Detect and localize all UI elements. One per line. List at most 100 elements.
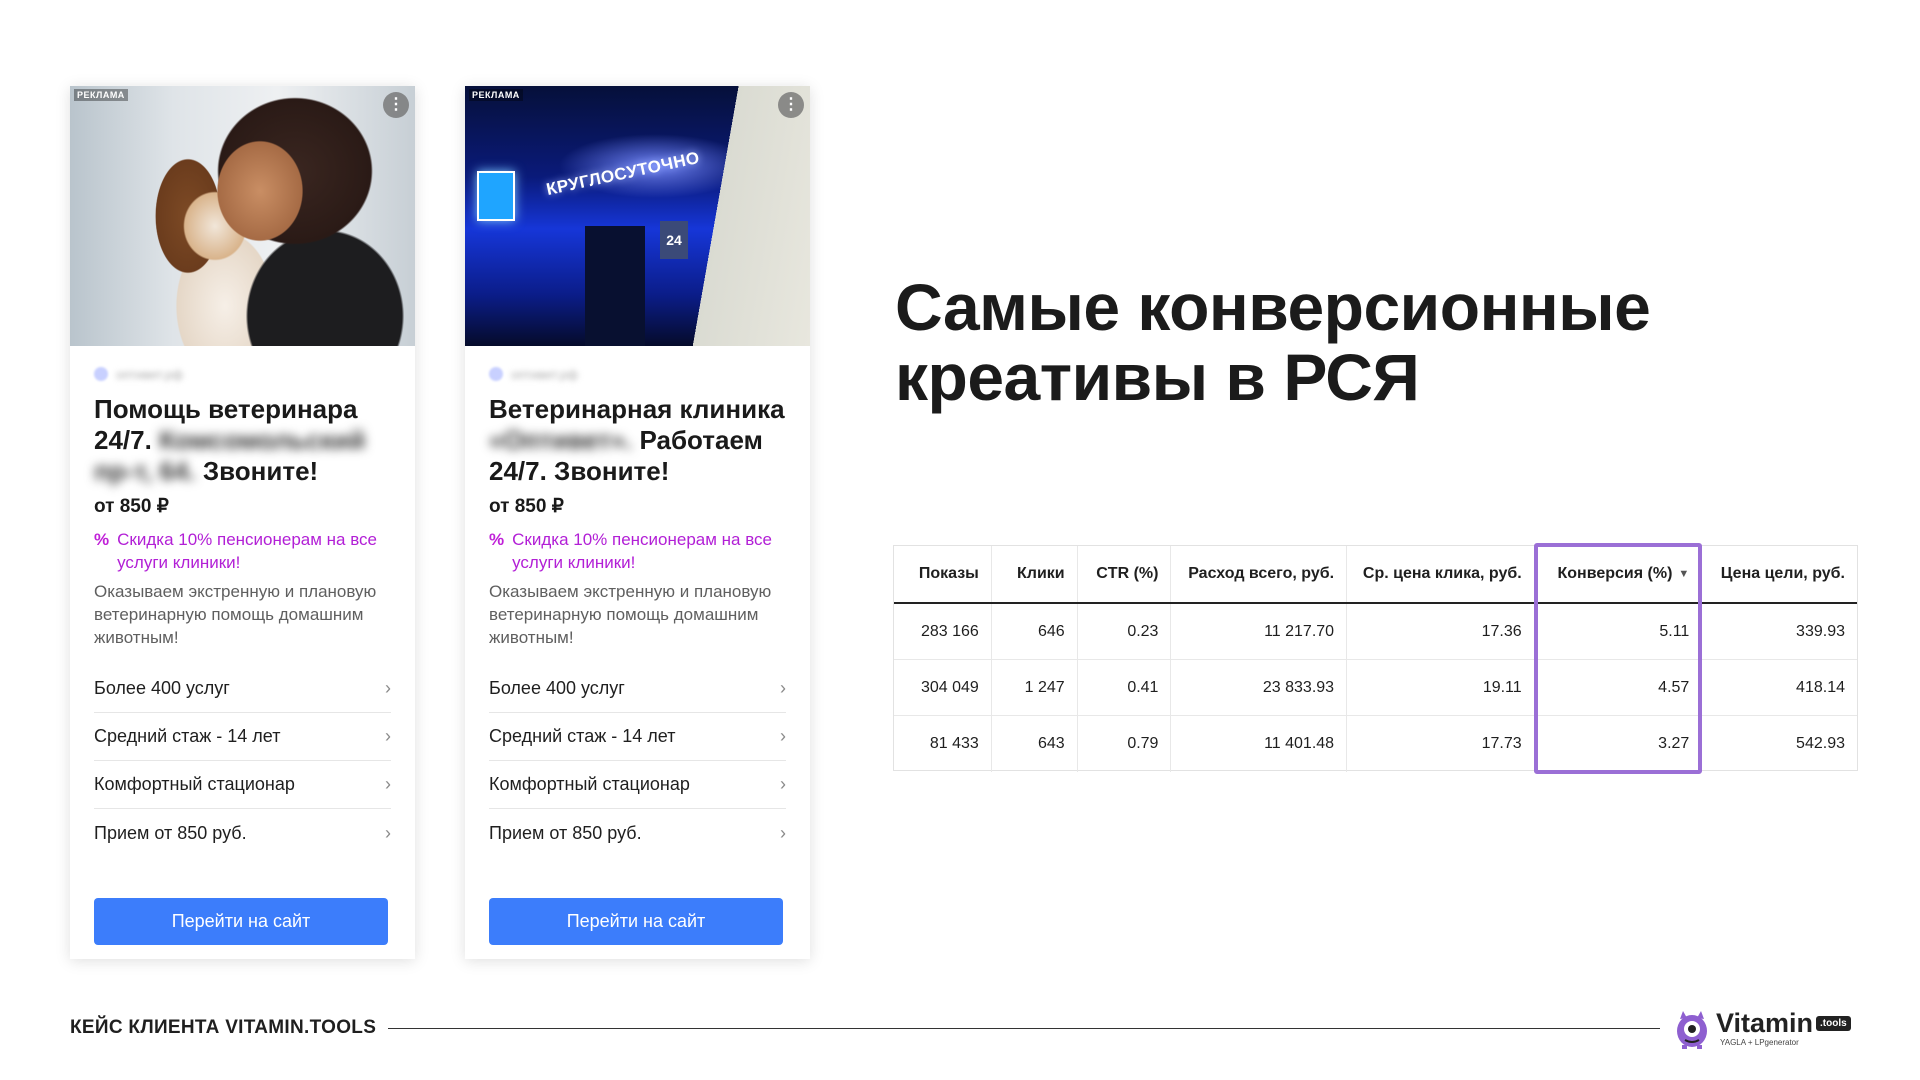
stats-table: Показы Клики CTR (%) Расход всего, руб. … bbox=[893, 545, 1858, 772]
percent-icon: % bbox=[94, 530, 110, 549]
mascot-icon bbox=[1677, 1011, 1707, 1049]
house-number: 24 bbox=[660, 221, 688, 259]
ad-card-2[interactable]: РЕКЛАМА ⋮ КРУГЛОСУТОЧНО 24 oптивет.рф Ве… bbox=[465, 86, 810, 959]
chevron-right-icon: › bbox=[780, 678, 786, 698]
cell-cost-per-goal: 542.93 bbox=[1796, 735, 1845, 752]
cell-clicks: 1 247 bbox=[992, 660, 1078, 715]
more-vertical-icon[interactable]: ⋮ bbox=[778, 92, 804, 118]
ad-source[interactable]: oптивет.рф bbox=[489, 364, 786, 384]
table-header-row: Показы Клики CTR (%) Расход всего, руб. … bbox=[894, 546, 1857, 604]
sitelink-label: Комфортный стационар bbox=[94, 774, 295, 794]
ad-promo: % Скидка 10% пенсионерам на все услуги к… bbox=[489, 528, 786, 574]
chevron-right-icon: › bbox=[780, 726, 786, 746]
cell-ctr: 0.41 bbox=[1078, 660, 1172, 715]
col-header-conversion-label: Конверсия (%) bbox=[1557, 565, 1673, 582]
cell-cpc: 17.73 bbox=[1347, 716, 1535, 772]
chevron-right-icon: › bbox=[385, 774, 391, 794]
sitelink[interactable]: Более 400 услуг › bbox=[489, 665, 786, 713]
promo-text: Скидка 10% пенсионерам на все услуги кли… bbox=[117, 530, 378, 572]
cell-conversion: 5.11 bbox=[1535, 604, 1703, 659]
ad-source[interactable]: oптивет.рф bbox=[94, 364, 391, 384]
case-label: КЕЙС КЛИЕНТА VITAMIN.TOOLS bbox=[70, 1017, 377, 1038]
ad-label: РЕКЛАМА bbox=[74, 89, 128, 101]
cell-conversion: 3.27 bbox=[1535, 716, 1703, 772]
cell-clicks: 646 bbox=[992, 604, 1078, 659]
cell-cost-per-goal: 418.14 bbox=[1796, 678, 1845, 696]
sitelink-label: Прием от 850 руб. bbox=[489, 822, 642, 843]
col-header-ctr[interactable]: CTR (%) bbox=[1078, 546, 1172, 602]
col-header-conversion[interactable]: Конверсия (%) ▼ bbox=[1535, 546, 1703, 602]
col-header-spend[interactable]: Расход всего, руб. bbox=[1171, 546, 1348, 602]
ad-headline[interactable]: Помощь ветеринара 24/7. Комсомольский пр… bbox=[94, 394, 391, 487]
title-line-2: креативы в РСЯ bbox=[895, 340, 1420, 414]
logo-subtitle: YAGLA + LPgenerator bbox=[1720, 1038, 1799, 1047]
sitelinks: Более 400 услуг › Средний стаж - 14 лет … bbox=[94, 665, 391, 857]
percent-icon: % bbox=[489, 530, 505, 549]
sitelink-label: Средний стаж - 14 лет bbox=[94, 726, 281, 746]
chevron-right-icon: › bbox=[780, 774, 786, 794]
sitelink[interactable]: Прием от 850 руб. › bbox=[489, 809, 786, 857]
sitelink[interactable]: Средний стаж - 14 лет › bbox=[489, 713, 786, 761]
title-line-1: Самые конверсионные bbox=[895, 270, 1651, 344]
source-domain: oптивет.рф bbox=[511, 366, 579, 382]
cell-ctr: 0.79 bbox=[1078, 716, 1172, 772]
cell-conversion: 4.57 bbox=[1535, 660, 1703, 715]
ad-card-1[interactable]: РЕКЛАМА ⋮ oптивет.рф Помощь ветеринара 2… bbox=[70, 86, 415, 959]
door bbox=[585, 226, 645, 346]
col-header-cost-per-goal[interactable]: Цена цели, руб. bbox=[1702, 546, 1857, 602]
sort-desc-icon[interactable]: ▼ bbox=[1678, 568, 1689, 580]
sitelink[interactable]: Прием от 850 руб. › bbox=[94, 809, 391, 857]
table-row: 81 433 643 0.79 11 401.48 17.73 3.27 542… bbox=[894, 716, 1857, 772]
ad-headline[interactable]: Ветеринарная клиника «Оптивет». Работаем… bbox=[489, 394, 786, 487]
cell-clicks: 643 bbox=[992, 716, 1078, 772]
table-row: 283 166 646 0.23 11 217.70 17.36 5.11 33… bbox=[894, 604, 1857, 660]
sitelink-label: Более 400 услуг bbox=[489, 678, 625, 698]
ad-price: от 850 ₽ bbox=[94, 496, 169, 517]
sitelink[interactable]: Комфортный стационар › bbox=[489, 761, 786, 809]
col-header-cpc[interactable]: Ср. цена клика, руб. bbox=[1347, 546, 1535, 602]
chevron-right-icon: › bbox=[780, 822, 786, 843]
sign-text: КРУГЛОСУТОЧНО bbox=[544, 147, 702, 200]
page-title: Самые конверсионные креативы в РСЯ bbox=[895, 270, 1651, 414]
chevron-right-icon: › bbox=[385, 726, 391, 746]
go-to-site-button[interactable]: Перейти на сайт bbox=[94, 898, 388, 945]
footer-divider bbox=[388, 1028, 1660, 1029]
sitelinks: Более 400 услуг › Средний стаж - 14 лет … bbox=[489, 665, 786, 857]
sitelink-label: Средний стаж - 14 лет bbox=[489, 726, 676, 746]
table-row: 304 049 1 247 0.41 23 833.93 19.11 4.57 … bbox=[894, 660, 1857, 716]
logo-name: Vitamin bbox=[1716, 1008, 1814, 1038]
ad-price: от 850 ₽ bbox=[489, 496, 564, 517]
headline-part-a: Ветеринарная клиника bbox=[489, 394, 785, 424]
cell-ctr: 0.23 bbox=[1078, 604, 1172, 659]
cell-spend: 23 833.93 bbox=[1171, 660, 1348, 715]
go-to-site-button[interactable]: Перейти на сайт bbox=[489, 898, 783, 945]
ad-image-clinic-building[interactable]: РЕКЛАМА ⋮ КРУГЛОСУТОЧНО 24 bbox=[465, 86, 810, 346]
cell-cpc: 17.36 bbox=[1347, 604, 1535, 659]
sitelink[interactable]: Средний стаж - 14 лет › bbox=[94, 713, 391, 761]
cell-spend: 11 217.70 bbox=[1171, 604, 1348, 659]
more-vertical-icon[interactable]: ⋮ bbox=[383, 92, 409, 118]
favicon-icon bbox=[489, 367, 503, 381]
ad-description: Оказываем экстренную и плановую ветерина… bbox=[94, 582, 377, 647]
chevron-right-icon: › bbox=[385, 822, 391, 843]
col-header-impressions[interactable]: Показы bbox=[894, 546, 992, 602]
cell-impressions: 283 166 bbox=[894, 604, 992, 659]
sitelink-label: Комфортный стационар bbox=[489, 774, 690, 794]
sitelink-label: Прием от 850 руб. bbox=[94, 822, 247, 843]
logo-badge: .tools bbox=[1816, 1015, 1851, 1031]
promo-text: Скидка 10% пенсионерам на все услуги кли… bbox=[512, 530, 773, 572]
ad-description: Оказываем экстренную и плановую ветерина… bbox=[489, 582, 772, 647]
headline-part-b: Звоните! bbox=[202, 456, 319, 486]
ad-image-vet-with-dog[interactable]: РЕКЛАМА ⋮ bbox=[70, 86, 415, 346]
sitelink[interactable]: Более 400 услуг › bbox=[94, 665, 391, 713]
sitelink-label: Более 400 услуг bbox=[94, 678, 230, 698]
cell-spend: 11 401.48 bbox=[1171, 716, 1348, 772]
clinic-logo-sign bbox=[477, 171, 515, 221]
ad-promo: % Скидка 10% пенсионерам на все услуги к… bbox=[94, 528, 391, 574]
sitelink[interactable]: Комфортный стационар › bbox=[94, 761, 391, 809]
cell-impressions: 304 049 bbox=[894, 660, 992, 715]
headline-blurred: «Оптивет». bbox=[489, 425, 633, 455]
col-header-clicks[interactable]: Клики bbox=[992, 546, 1078, 602]
ad-label: РЕКЛАМА bbox=[469, 89, 523, 101]
cell-cpc: 19.11 bbox=[1347, 660, 1535, 715]
